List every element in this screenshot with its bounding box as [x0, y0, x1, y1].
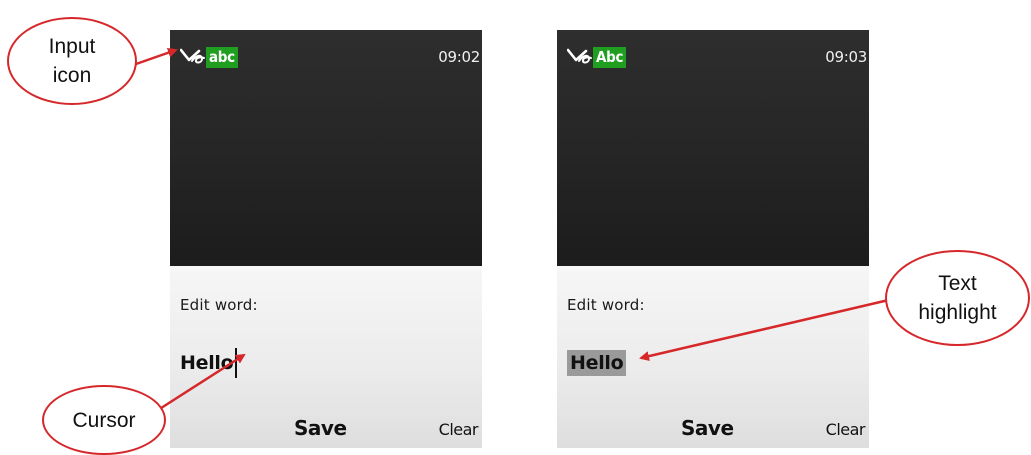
callout-cursor-text: Cursor: [72, 408, 136, 432]
word-input-field[interactable]: Hello: [180, 348, 238, 378]
save-softkey[interactable]: Save: [294, 416, 347, 440]
callout-text-highlight: Text highlight: [885, 250, 1030, 346]
clock-time: 09:03: [825, 48, 867, 66]
pen-stroke-icon: [567, 48, 592, 64]
edit-word-panel: Edit word: Hello Save Clear: [557, 266, 869, 448]
callout-cursor: Cursor: [42, 385, 166, 455]
edit-word-panel: Edit word: Hello Save Clear: [170, 266, 482, 448]
highlighted-word-text: Hello: [567, 350, 627, 376]
edit-word-label: Edit word:: [180, 296, 258, 314]
clear-softkey[interactable]: Clear: [439, 420, 479, 439]
callout-highlight-line1: Text: [938, 272, 977, 295]
input-mode-badge: abc: [206, 47, 238, 68]
screen-display-area: abc 09:02: [170, 30, 482, 266]
phone-screen-left: abc 09:02 Edit word: Hello Save Clear: [170, 30, 482, 448]
clock-time: 09:02: [438, 48, 480, 66]
word-input-field[interactable]: Hello: [567, 348, 627, 378]
callout-input-line1: Input: [48, 35, 96, 58]
callout-input-icon: Input icon: [7, 17, 137, 105]
phone-screen-right: Abc 09:03 Edit word: Hello Save Clear: [557, 30, 869, 448]
callout-highlight-line2: highlight: [918, 301, 997, 324]
text-cursor: [235, 348, 238, 378]
input-mode-badge: Abc: [593, 47, 627, 68]
screen-display-area: Abc 09:03: [557, 30, 869, 266]
pen-stroke-icon: [180, 48, 205, 64]
clear-softkey[interactable]: Clear: [826, 420, 866, 439]
edit-word-label: Edit word:: [567, 296, 645, 314]
annotation-arrows: [135, 47, 894, 412]
callout-input-line2: icon: [52, 64, 92, 87]
word-text: Hello: [180, 352, 234, 374]
save-softkey[interactable]: Save: [681, 416, 734, 440]
